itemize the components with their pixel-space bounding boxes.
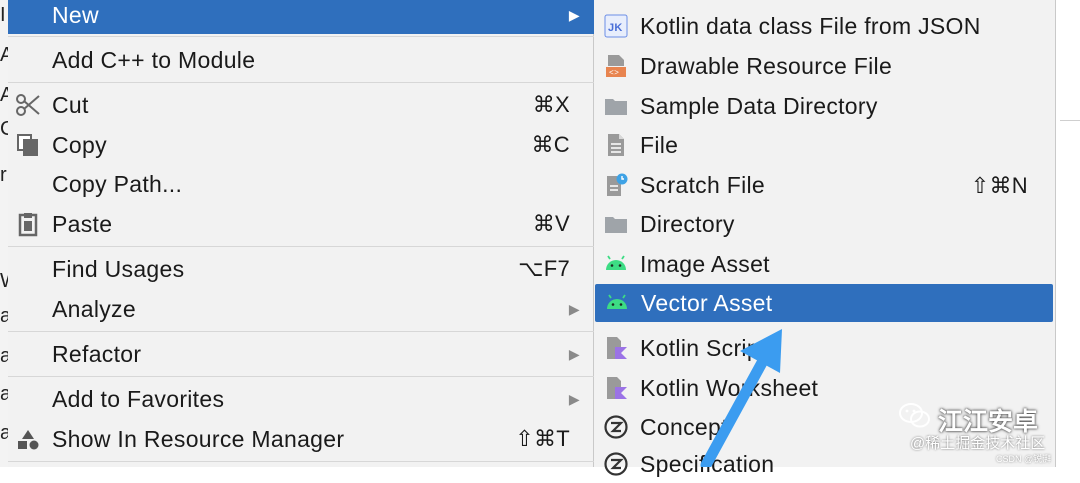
menu-item-copy[interactable]: Copy ⌘C (8, 126, 594, 164)
svg-text:JK: JK (608, 22, 623, 34)
menu-item-refactor[interactable]: Refactor ▶ (8, 335, 594, 373)
android-icon (602, 250, 630, 278)
editor-text-fragment: I (0, 4, 6, 26)
clipboard-icon (14, 210, 42, 238)
menu-item-add-to-favorites[interactable]: Add to Favorites ▶ (8, 380, 594, 418)
menu-item-label: New (52, 1, 99, 28)
menu-item-shortcut: ⇧⌘T (515, 426, 570, 451)
copy-icon (14, 131, 42, 159)
editor-text-fragment: r (0, 164, 7, 186)
menu-item-new[interactable]: New ▶ (8, 0, 594, 34)
submenu-item-label: Drawable Resource File (640, 53, 893, 79)
menu-item-shortcut: ⌘X (532, 92, 570, 117)
menu-item-label: Add C++ to Module (52, 46, 256, 73)
divider (1060, 120, 1080, 121)
submenu-item-image-asset[interactable]: Image Asset (594, 245, 1054, 283)
concept-icon (602, 450, 630, 478)
menu-item-shortcut: ⌘C (531, 132, 570, 157)
watermark-subtitle: @稀土掘金技术社区 (910, 435, 1046, 452)
kotlin-file-icon (602, 334, 630, 362)
menu-item-label: Paste (52, 210, 113, 237)
submenu-arrow-icon: ▶ (568, 390, 580, 407)
shapes-icon (14, 425, 42, 453)
editor-right-background (1056, 0, 1080, 467)
submenu-item-scratch-file[interactable]: Scratch File ⇧⌘N (594, 166, 1054, 204)
svg-text:<>: <> (609, 69, 619, 78)
menu-item-find-usages[interactable]: Find Usages ⌥F7 (8, 250, 594, 288)
submenu-item-kotlin-data-class[interactable]: JK Kotlin data class File from JSON (594, 7, 1054, 45)
folder-icon (602, 92, 630, 120)
menu-item-label: Add to Favorites (52, 385, 225, 412)
submenu-item-label: Image Asset (640, 251, 770, 277)
menu-separator (8, 376, 594, 377)
menu-item-analyze[interactable]: Analyze ▶ (8, 290, 594, 328)
menu-item-shortcut: ⌘V (532, 211, 570, 236)
submenu-item-drawable-resource[interactable]: <> Drawable Resource File (594, 47, 1054, 85)
kotlin-file-icon (602, 374, 630, 402)
submenu-item-kotlin-script[interactable]: Kotlin Script (594, 329, 1054, 367)
submenu-item-vector-asset[interactable]: Vector Asset (595, 284, 1053, 322)
menu-item-show-in-resource-manager[interactable]: Show In Resource Manager ⇧⌘T (8, 420, 594, 458)
submenu-item-sample-data-directory[interactable]: Sample Data Directory (594, 87, 1054, 125)
scissors-icon (14, 91, 42, 119)
annotation-arrow-icon (700, 329, 782, 467)
watermark-csdn: CSDN @锐湃 (996, 454, 1052, 464)
folder-icon (602, 210, 630, 238)
submenu-item-file[interactable]: File (594, 126, 1054, 164)
menu-item-cut[interactable]: Cut ⌘X (8, 86, 594, 124)
menu-separator (8, 461, 594, 462)
new-submenu: JK Kotlin data class File from JSON <> D… (594, 0, 1056, 477)
file-icon (602, 131, 630, 159)
submenu-arrow-icon: ▶ (568, 345, 580, 362)
scratch-file-icon (602, 171, 630, 199)
drawable-file-icon: <> (602, 52, 630, 80)
submenu-item-label: Sample Data Directory (640, 93, 878, 119)
menu-item-add-cpp[interactable]: Add C++ to Module (8, 41, 594, 79)
menu-item-label: Copy (52, 131, 107, 158)
menu-item-label: Show In Resource Manager (52, 425, 345, 452)
menu-separator (8, 82, 594, 83)
menu-separator (8, 331, 594, 332)
menu-item-label: Find Usages (52, 255, 185, 282)
submenu-item-label: Scratch File (640, 172, 766, 198)
menu-item-paste[interactable]: Paste ⌘V (8, 205, 594, 243)
concept-icon (602, 413, 630, 441)
submenu-item-label: Directory (640, 211, 735, 237)
menu-separator (8, 246, 594, 247)
kotlin-json-icon: JK (602, 12, 630, 40)
menu-item-copy-path[interactable]: Copy Path... (8, 165, 594, 203)
menu-item-label: Refactor (52, 340, 142, 367)
submenu-arrow-icon: ▶ (568, 300, 580, 317)
menu-item-shortcut: ⌥F7 (518, 256, 570, 281)
context-menu: New ▶ Add C++ to Module Cut ⌘X Copy ⌘C C… (8, 0, 594, 467)
watermark: 江江安卓 @稀土掘金技术社区 CSDN @锐湃 (898, 400, 1078, 466)
submenu-item-label: Vector Asset (641, 290, 773, 316)
submenu-arrow-icon: ▶ (568, 6, 580, 23)
menu-item-label: Cut (52, 91, 89, 118)
submenu-item-directory[interactable]: Directory (594, 205, 1054, 243)
submenu-item-label: File (640, 132, 679, 158)
submenu-item-label: Kotlin data class File from JSON (640, 13, 981, 39)
menu-item-label: Copy Path... (52, 170, 183, 197)
menu-separator (8, 36, 594, 37)
android-icon (603, 289, 631, 317)
wechat-icon (899, 403, 930, 428)
menu-item-label: Analyze (52, 295, 136, 322)
submenu-item-shortcut: ⇧⌘N (970, 173, 1028, 198)
